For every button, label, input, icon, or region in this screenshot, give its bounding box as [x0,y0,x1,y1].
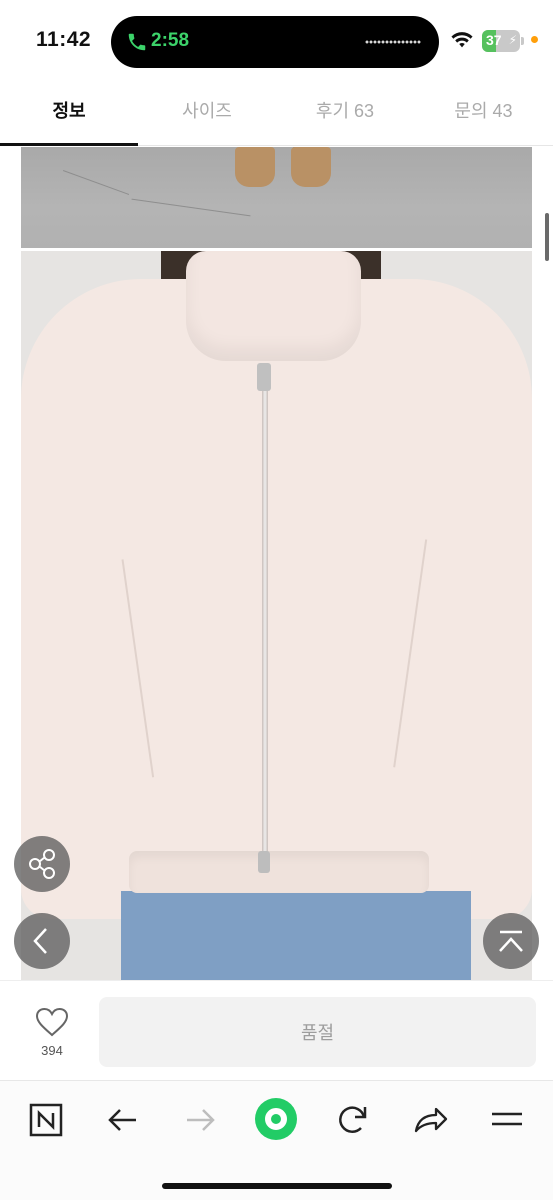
wifi-icon [451,32,473,48]
phone-icon [128,33,146,51]
waveform-indicator [365,40,421,44]
jeans [121,891,471,980]
tab-inquiries[interactable]: 문의 43 [414,84,553,144]
back-nav-button[interactable] [99,1095,147,1143]
arrow-right-icon [187,1109,215,1131]
forward-nav-button[interactable] [176,1095,224,1143]
chevron-left-icon [33,928,47,954]
soldout-button[interactable]: 품절 [99,997,536,1067]
menu-button[interactable] [483,1095,531,1143]
jacket-zipper [262,367,268,872]
call-duration: 2:58 [151,30,190,51]
arrow-left-icon [108,1109,136,1131]
naver-home-button[interactable] [22,1095,70,1143]
product-photo-feet [21,147,532,248]
home-indicator [162,1183,392,1189]
heart-outline-icon [35,1007,69,1037]
jacket-hem [129,851,429,893]
refresh-icon [339,1106,367,1133]
clock: 11:42 [36,28,92,51]
charging-bolt-icon: ⚡ [508,33,517,47]
scrollbar[interactable] [545,213,549,261]
green-dot-button[interactable] [252,1095,300,1143]
share-button[interactable] [14,836,70,892]
naver-n-icon [29,1103,63,1137]
dynamic-island-call[interactable]: 2:58 [111,16,439,68]
floor-crack [131,198,251,217]
jacket-collar [186,251,361,361]
active-tab-indicator [0,143,138,146]
tab-info[interactable]: 정보 [0,84,138,144]
zipper-pull-bottom [258,851,270,873]
share-arrow-icon [414,1107,448,1133]
privacy-indicator-dot [531,36,538,43]
share-nav-button[interactable] [406,1095,454,1143]
zipper-pull-top [257,363,271,391]
refresh-button[interactable] [329,1095,377,1143]
floor-crack [62,170,130,195]
green-dot-icon [255,1098,297,1140]
product-detail-content[interactable] [0,147,553,980]
back-button[interactable] [14,913,70,969]
share-icon [29,849,55,879]
tab-size[interactable]: 사이즈 [138,84,276,144]
battery-icon: 37 ⚡ [482,30,520,52]
product-photo-jacket [21,251,532,980]
scroll-to-top-button[interactable] [483,913,539,969]
tab-reviews[interactable]: 후기 63 [276,84,414,144]
battery-percent: 37 [486,32,502,48]
browser-toolbar [0,1080,553,1200]
like-button[interactable]: 394 [22,1005,82,1065]
battery-cap [521,37,524,45]
product-tabs: 정보 사이즈 후기 63 문의 43 [0,84,553,146]
like-count: 394 [41,1043,63,1058]
shoe-right [291,147,331,187]
purchase-action-bar: 394 품절 [0,980,553,1080]
scroll-to-top-icon [499,930,523,952]
shoe-left [235,147,275,187]
status-bar: 11:42 2:58 37 ⚡ [0,0,553,84]
menu-icon [492,1112,522,1126]
